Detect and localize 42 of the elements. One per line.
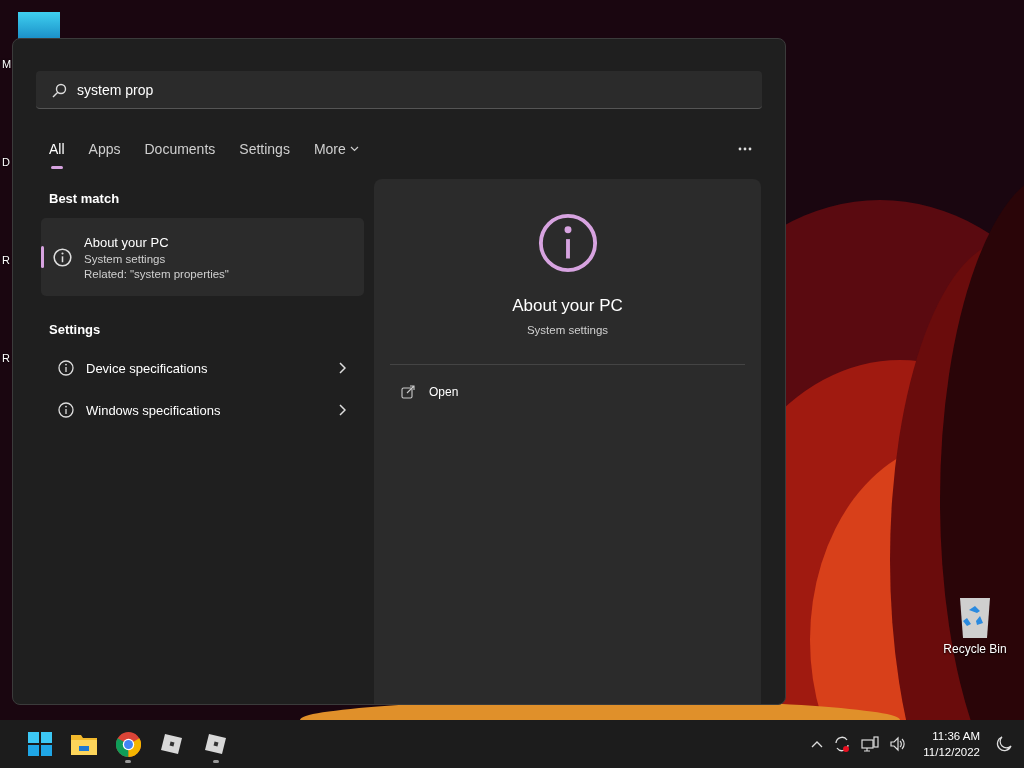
desktop-icon-label[interactable]: D bbox=[2, 156, 10, 168]
result-subtitle: System settings bbox=[84, 252, 167, 265]
desktop-icon-label[interactable]: M bbox=[2, 58, 12, 70]
filter-tab[interactable]: Apps bbox=[88, 135, 121, 169]
clock[interactable]: 11:36 AM 11/12/2022 bbox=[923, 728, 980, 760]
search-field[interactable]: system prop bbox=[36, 71, 762, 109]
folder-icon[interactable] bbox=[71, 733, 97, 755]
preview-title: About your PC bbox=[512, 296, 623, 316]
preview-subtitle: System settings bbox=[526, 324, 609, 336]
dropdown-tab[interactable]: More bbox=[313, 135, 359, 169]
sync-icon[interactable] bbox=[833, 735, 852, 753]
section-heading: Best match bbox=[48, 191, 121, 206]
info-icon bbox=[58, 402, 74, 418]
filter-tab[interactable]: Settings bbox=[239, 135, 290, 169]
desktop-icon-label[interactable]: R bbox=[2, 352, 10, 364]
network-icon[interactable] bbox=[861, 736, 880, 752]
desktop-icon[interactable] bbox=[18, 12, 60, 39]
info-large-icon bbox=[536, 212, 599, 274]
section-heading: Settings bbox=[48, 322, 102, 337]
desktop-icon-label[interactable]: R bbox=[2, 254, 10, 266]
settings-result[interactable]: Windows specifications bbox=[41, 389, 364, 431]
filter-tab[interactable]: Documents bbox=[144, 135, 216, 169]
result-title: About your PC bbox=[84, 234, 170, 250]
search-icon bbox=[52, 83, 67, 98]
chevron-down-icon bbox=[349, 146, 359, 152]
more-options-icon[interactable] bbox=[738, 147, 752, 151]
result-related: Related: "system properties" bbox=[84, 267, 229, 280]
best-match-item[interactable]: About your PC System settings Related: "system properties" bbox=[41, 218, 364, 296]
chevron-right-icon bbox=[338, 404, 346, 416]
open-action[interactable]: Open bbox=[374, 385, 761, 399]
settings-result[interactable]: Device specifications bbox=[41, 347, 364, 389]
windows-logo-icon[interactable] bbox=[28, 732, 52, 756]
browser-icon[interactable] bbox=[115, 731, 141, 757]
filter-tab[interactable]: All bbox=[49, 135, 65, 169]
moon-icon[interactable] bbox=[996, 736, 1012, 752]
volume-icon[interactable] bbox=[889, 736, 908, 752]
open-external-icon bbox=[401, 385, 415, 399]
chevron-right-icon bbox=[338, 362, 346, 374]
info-icon bbox=[53, 247, 72, 267]
info-icon bbox=[58, 360, 74, 376]
chevron-up-icon[interactable] bbox=[811, 740, 824, 748]
desktop-icon-label[interactable]: Recycle Bin bbox=[943, 642, 1007, 656]
